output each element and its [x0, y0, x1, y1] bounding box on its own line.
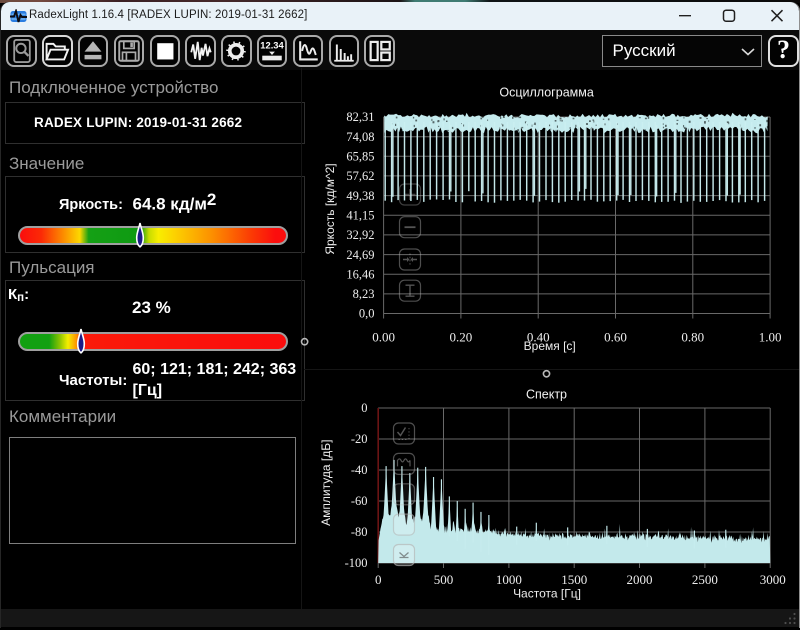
svg-text:82,31: 82,31 [346, 110, 374, 124]
svg-text:Яркость [кд/м^2]: Яркость [кд/м^2] [323, 163, 337, 254]
svg-text:1.00: 1.00 [759, 330, 782, 345]
svg-text:74,08: 74,08 [346, 130, 374, 144]
svg-text:-100: -100 [345, 556, 368, 570]
svg-text:0,0: 0,0 [359, 307, 375, 321]
svg-text:0: 0 [361, 401, 367, 415]
svg-text:-80: -80 [351, 525, 368, 539]
svg-text:16,46: 16,46 [346, 267, 374, 281]
svg-text:1000: 1000 [496, 572, 522, 587]
svg-text:Амплитуда [дБ]: Амплитуда [дБ] [319, 440, 333, 526]
svg-text:0.80: 0.80 [681, 330, 704, 345]
svg-text:65,85: 65,85 [346, 150, 374, 164]
svg-text:Спектр: Спектр [526, 388, 567, 402]
svg-text:1500: 1500 [561, 572, 587, 587]
svg-text:Частота [Гц]: Частота [Гц] [513, 587, 581, 601]
svg-text:24,69: 24,69 [346, 248, 374, 262]
svg-text:-40: -40 [351, 463, 368, 477]
svg-text:-60: -60 [351, 494, 368, 508]
svg-text:8,23: 8,23 [353, 287, 375, 301]
svg-text:Осциллограмма: Осциллограмма [499, 86, 593, 100]
svg-text:500: 500 [434, 572, 454, 587]
svg-text:41,15: 41,15 [346, 208, 374, 222]
svg-text:32,92: 32,92 [346, 228, 374, 242]
svg-text:0.00: 0.00 [372, 330, 395, 345]
svg-text:3000: 3000 [760, 572, 786, 587]
svg-text:0.60: 0.60 [604, 330, 627, 345]
svg-text:49,38: 49,38 [346, 189, 374, 203]
svg-text:2000: 2000 [627, 572, 653, 587]
svg-text:Время [с]: Время [с] [524, 339, 576, 353]
svg-text:2500: 2500 [692, 572, 718, 587]
svg-text:0: 0 [375, 572, 382, 587]
svg-text:0.20: 0.20 [450, 330, 473, 345]
svg-text:57,62: 57,62 [346, 169, 374, 183]
svg-text:-20: -20 [351, 432, 368, 446]
